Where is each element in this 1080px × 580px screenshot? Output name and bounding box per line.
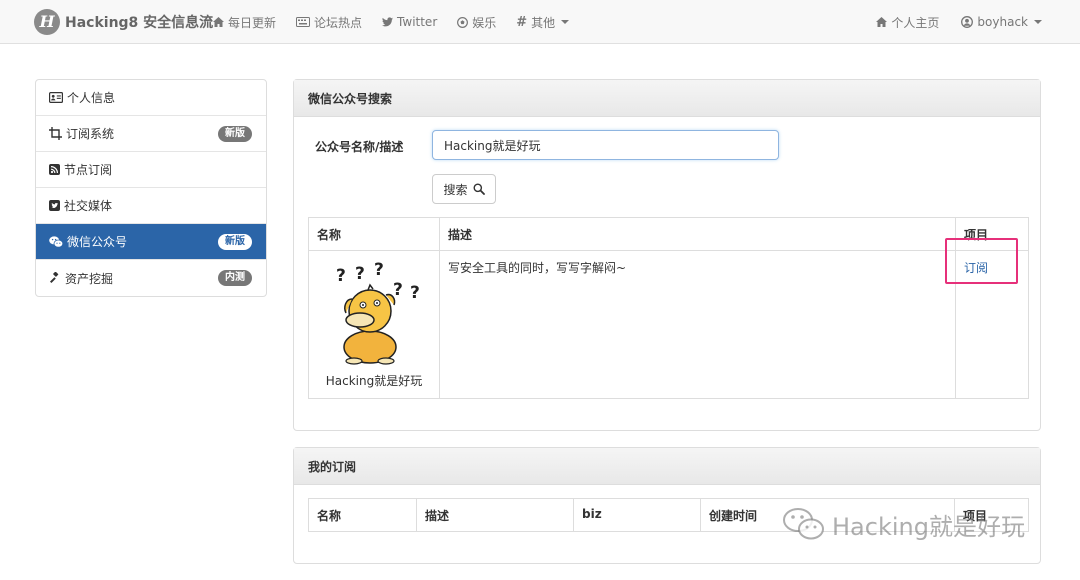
nav-profile-home-label: 个人主页 — [891, 15, 940, 30]
svg-text:?: ? — [410, 283, 420, 303]
navbar: H Hacking8 安全信息流 每日更新 论坛热点 Twitter 娱乐 # … — [0, 0, 1080, 44]
nav-entertainment[interactable]: 娱乐 — [457, 0, 496, 44]
nav-user-menu[interactable]: boyhack — [961, 0, 1042, 44]
nav-user: 个人主页 boyhack — [876, 0, 1042, 44]
wechat-search-panel: 微信公众号搜索 公众号名称/描述 搜索 名称 描述 项目 ? ? ? ? ? — [293, 79, 1041, 431]
sidebar-item-label: 微信公众号 — [67, 235, 128, 249]
column-header: 名称 — [308, 498, 417, 532]
panel-title: 微信公众号搜索 — [294, 80, 1040, 117]
brand[interactable]: H Hacking8 安全信息流 — [34, 8, 214, 35]
nav-main: 每日更新 论坛热点 Twitter 娱乐 # 其他 — [213, 0, 570, 44]
sidebar-item-label: 订阅系统 — [66, 127, 115, 141]
column-header: 描述 — [439, 217, 956, 251]
sidebar-item-profile[interactable]: 个人信息 — [36, 80, 266, 116]
search-input[interactable] — [432, 130, 779, 160]
panel-title: 我的订阅 — [294, 448, 1040, 485]
nav-other-label: 其他 — [531, 15, 556, 30]
wechat-icon — [783, 508, 824, 540]
twitter-square-icon — [49, 200, 60, 211]
highlight-annotation-box — [945, 238, 1018, 284]
column-header: biz — [573, 498, 701, 532]
chevron-down-icon — [1034, 20, 1042, 24]
twitter-icon — [382, 17, 394, 27]
sidebar-item-label: 社交媒体 — [64, 199, 113, 213]
account-name: Hacking就是好玩 — [325, 374, 423, 388]
user-circle-icon — [961, 16, 974, 28]
home-icon — [876, 17, 888, 27]
new-version-badge: 新版 — [218, 126, 252, 142]
hashtag-icon: # — [516, 14, 528, 30]
sidebar-item-asset-discovery[interactable]: 资产挖掘 内测 — [36, 260, 266, 296]
column-header: 描述 — [416, 498, 574, 532]
nav-other-dropdown[interactable]: # 其他 — [516, 0, 570, 44]
search-button[interactable]: 搜索 — [432, 174, 496, 204]
chevron-down-icon — [561, 20, 570, 24]
beta-badge: 内测 — [218, 270, 252, 286]
svg-text:?: ? — [374, 260, 384, 280]
home-icon — [213, 17, 224, 27]
sidebar-item-subscription-system[interactable]: 订阅系统 新版 — [36, 116, 266, 152]
soccer-ball-icon — [457, 16, 469, 28]
wechat-icon — [49, 235, 63, 248]
search-button-label: 搜索 — [443, 182, 468, 197]
search-icon — [473, 183, 485, 195]
sidebar-item-node-subscription[interactable]: 节点订阅 — [36, 152, 266, 188]
nav-forum-hot-label: 论坛热点 — [314, 15, 363, 30]
svg-text:?: ? — [393, 280, 403, 300]
nav-daily-updates-label: 每日更新 — [228, 15, 277, 30]
brand-name: Hacking8 安全信息流 — [65, 14, 214, 31]
id-card-icon — [49, 92, 63, 103]
brand-logo-icon: H — [34, 8, 60, 35]
table-header-row: 名称 描述 项目 — [308, 217, 1029, 251]
account-avatar: ? ? ? ? ? — [336, 260, 420, 365]
sidebar: 个人信息 订阅系统 新版 节点订阅 社交媒体 微信公众号 新版 资产挖掘 内测 — [35, 79, 267, 297]
sidebar-item-social-media[interactable]: 社交媒体 — [36, 188, 266, 224]
sidebar-item-wechat-accounts[interactable]: 微信公众号 新版 — [36, 224, 266, 260]
nav-daily-updates[interactable]: 每日更新 — [213, 0, 276, 44]
nav-username: boyhack — [977, 15, 1028, 29]
search-results-table: 名称 描述 项目 ? ? ? ? ? Hacking就是好玩 写安全工具的同时，… — [308, 217, 1029, 399]
watermark-text: Hacking就是好玩 — [832, 512, 1025, 541]
search-field-label: 公众号名称/描述 — [315, 140, 404, 154]
new-version-badge: 新版 — [218, 234, 252, 250]
nav-twitter-label: Twitter — [397, 15, 438, 29]
gavel-icon — [49, 272, 61, 284]
account-name-cell: ? ? ? ? ? Hacking就是好玩 — [308, 250, 440, 399]
rss-icon — [49, 164, 60, 175]
sidebar-item-label: 个人信息 — [67, 91, 116, 105]
svg-text:?: ? — [355, 264, 365, 284]
sidebar-item-label: 资产挖掘 — [65, 271, 114, 286]
column-header: 名称 — [308, 217, 440, 251]
watermark: Hacking就是好玩 — [782, 506, 1025, 542]
keyboard-icon — [296, 17, 311, 27]
nav-forum-hot[interactable]: 论坛热点 — [296, 0, 362, 44]
table-row: ? ? ? ? ? Hacking就是好玩 写安全工具的同时，写写字解闷~ 订阅 — [308, 250, 1029, 399]
nav-profile-home[interactable]: 个人主页 — [876, 0, 939, 44]
nav-entertainment-label: 娱乐 — [472, 15, 497, 30]
account-description: 写安全工具的同时，写写字解闷~ — [439, 250, 956, 399]
nav-twitter[interactable]: Twitter — [382, 0, 437, 44]
sidebar-item-label: 节点订阅 — [64, 163, 113, 177]
svg-text:?: ? — [336, 266, 346, 286]
crop-icon — [49, 127, 62, 140]
